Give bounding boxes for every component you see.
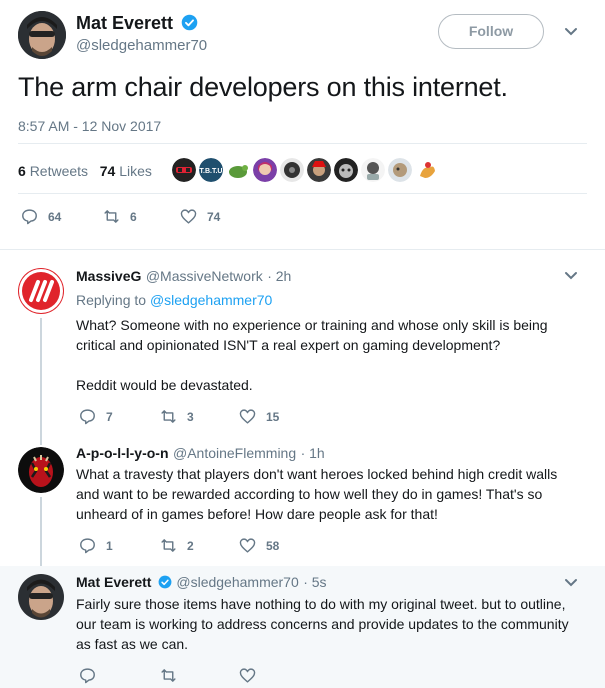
thread-line — [40, 318, 42, 445]
chevron-down-icon[interactable] — [564, 271, 578, 281]
liker-avatar[interactable] — [388, 158, 412, 182]
retweets-stat[interactable]: 6 Retweets — [18, 163, 88, 179]
liker-avatar[interactable] — [172, 158, 196, 182]
heart-icon — [239, 668, 256, 683]
retweet-icon — [104, 210, 119, 223]
liker-avatar[interactable] — [361, 158, 385, 182]
reply-author-name[interactable]: A-p-o-l-l-y-o-n — [76, 445, 169, 461]
like-action[interactable]: 58 — [239, 537, 279, 554]
heart-icon — [239, 538, 256, 553]
like-action[interactable] — [239, 667, 266, 684]
reply-time[interactable]: · 2h — [267, 268, 291, 284]
verified-icon — [182, 14, 198, 31]
divider — [0, 249, 605, 250]
replying-to-link[interactable]: @sledgehammer70 — [150, 292, 272, 308]
tweet-text: The arm chair developers on this interne… — [18, 72, 508, 102]
reply-icon — [22, 209, 37, 225]
divider — [18, 193, 587, 194]
reply-time[interactable]: · 5s — [303, 574, 326, 590]
likes-stat[interactable]: 74 Likes — [100, 163, 152, 179]
chevron-down-icon[interactable] — [564, 27, 578, 37]
follow-button[interactable]: Follow — [438, 14, 544, 49]
verified-icon — [158, 575, 172, 589]
author-handle[interactable]: @sledgehammer70 — [76, 37, 207, 54]
retweet-icon — [161, 410, 176, 423]
retweet-action[interactable] — [160, 667, 187, 684]
chevron-down-icon[interactable] — [564, 578, 578, 588]
heart-icon — [239, 409, 256, 424]
reply-text: Fairly sure those items have nothing to … — [76, 596, 569, 652]
reply-avatar[interactable] — [18, 574, 64, 620]
reply-icon — [80, 409, 95, 425]
reply-action[interactable]: 7 — [79, 408, 113, 425]
tweet-stats: 6 Retweets 74 Likes — [18, 163, 152, 179]
reply-author-name[interactable]: MassiveG — [76, 268, 141, 284]
author-name[interactable]: Mat Everett — [76, 13, 173, 33]
liker-avatar[interactable] — [226, 158, 250, 182]
reply-icon — [80, 668, 95, 684]
reply-action[interactable]: 64 — [21, 208, 61, 225]
retweet-action[interactable]: 2 — [160, 537, 194, 554]
reply-action[interactable]: 1 — [79, 537, 113, 554]
reply-author-handle[interactable]: @AntoineFlemming — [173, 445, 296, 461]
tweet-timestamp[interactable]: 8:57 AM - 12 Nov 2017 — [18, 118, 161, 134]
retweet-icon — [161, 539, 176, 552]
reply-text: What? Someone with no experience or trai… — [76, 317, 548, 393]
svg-text:T.B.T.U: T.B.T.U — [200, 168, 223, 175]
like-action[interactable]: 15 — [239, 408, 279, 425]
reply-text: What a travesty that players don't want … — [76, 466, 558, 522]
retweet-icon — [161, 669, 176, 682]
reply-icon — [80, 538, 95, 554]
liker-avatar[interactable]: T.B.T.U — [199, 158, 223, 182]
liker-avatar[interactable] — [415, 158, 439, 182]
retweet-action[interactable]: 3 — [160, 408, 194, 425]
author-avatar[interactable] — [18, 11, 66, 59]
reply-author-name[interactable]: Mat Everett — [76, 574, 151, 590]
reply-time[interactable]: · 1h — [301, 445, 325, 461]
likers-avatars: T.B.T.U — [172, 158, 442, 182]
heart-icon — [180, 209, 197, 224]
retweet-action[interactable]: 6 — [103, 208, 137, 225]
reply-avatar[interactable] — [18, 268, 64, 314]
reply-author-handle[interactable]: @MassiveNetwork — [146, 268, 263, 284]
replying-to: Replying to @sledgehammer70 — [76, 292, 273, 308]
reply-action[interactable] — [79, 667, 106, 684]
liker-avatar[interactable] — [253, 158, 277, 182]
thread-line — [40, 497, 42, 567]
liker-avatar[interactable] — [334, 158, 358, 182]
divider — [18, 143, 587, 144]
reply-avatar[interactable] — [18, 447, 64, 493]
liker-avatar[interactable] — [307, 158, 331, 182]
reply-author-handle[interactable]: @sledgehammer70 — [176, 574, 298, 590]
like-action[interactable]: 74 — [180, 208, 220, 225]
liker-avatar[interactable] — [280, 158, 304, 182]
